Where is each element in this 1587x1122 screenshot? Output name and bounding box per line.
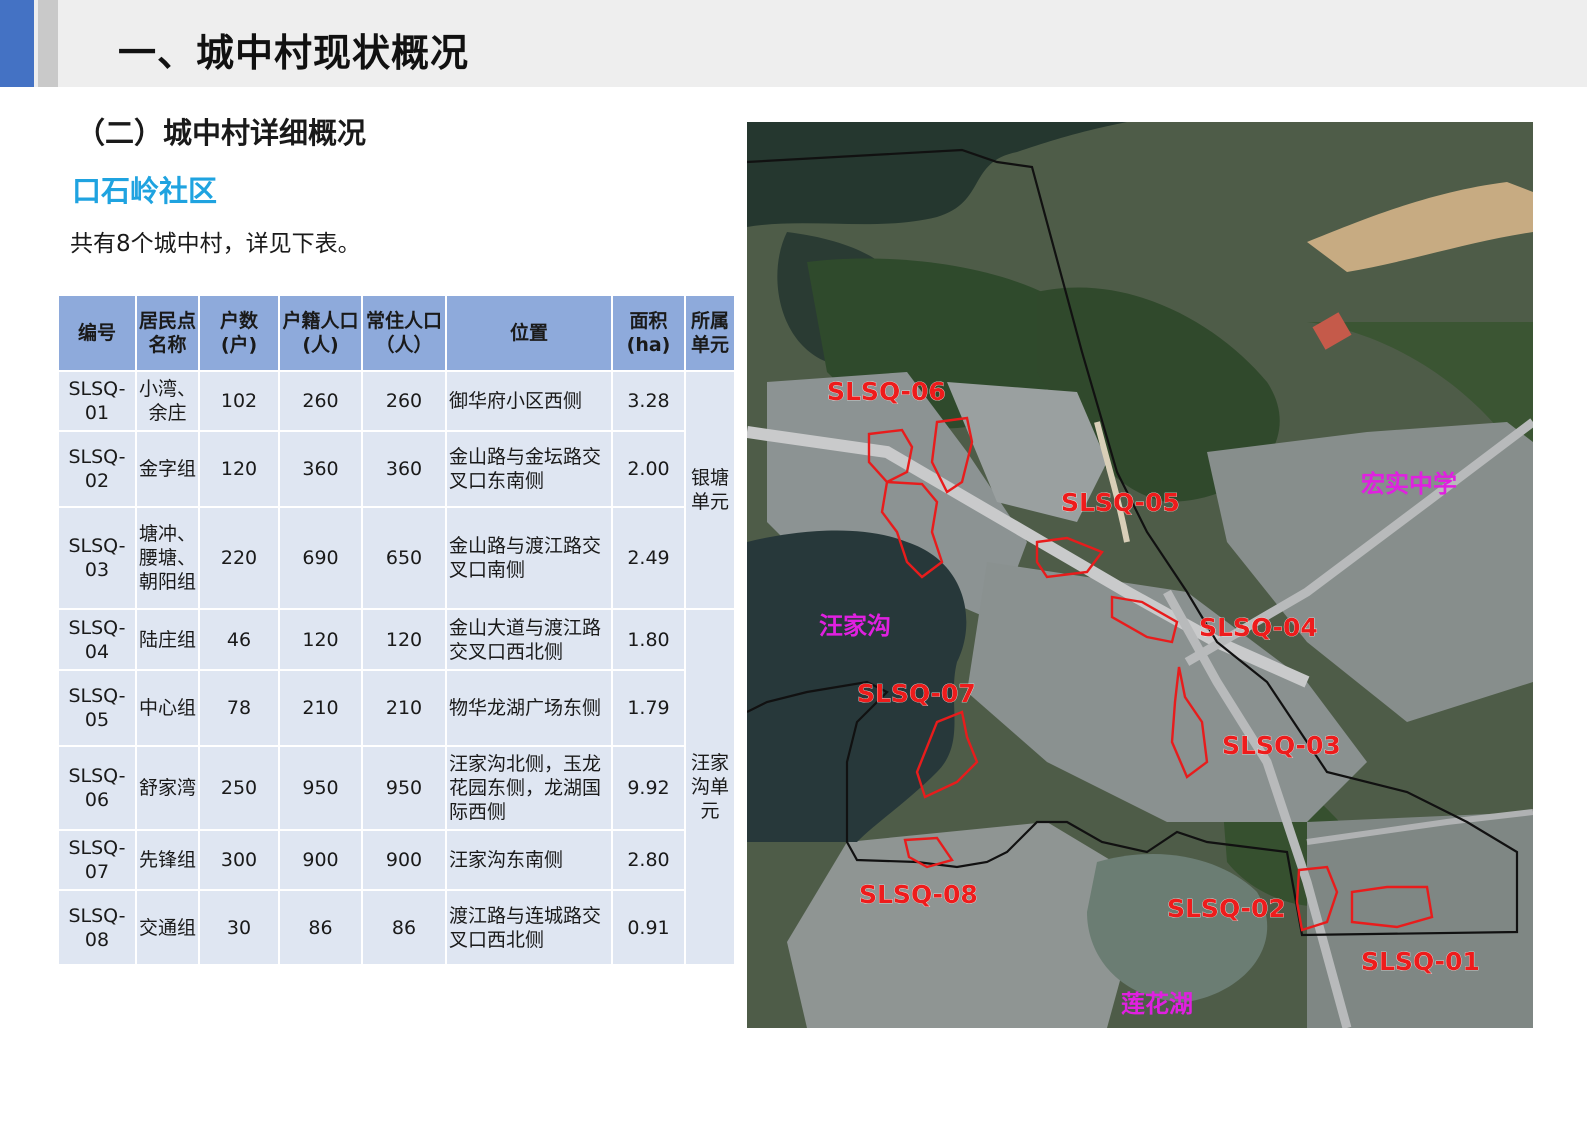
cell-name: 陆庄组 <box>135 608 200 671</box>
cell-name: 中心组 <box>135 669 200 747</box>
cell-id: SLSQ-07 <box>57 829 137 891</box>
cell-households: 102 <box>198 370 280 432</box>
cell-name: 塘冲、腰塘、朝阳组 <box>135 506 200 610</box>
cell-location: 汪家沟东南侧 <box>445 829 613 891</box>
cell-id: SLSQ-01 <box>57 370 137 432</box>
header-id: 编号 <box>57 294 137 372</box>
cell-id: SLSQ-02 <box>57 430 137 508</box>
header-accent-bar <box>0 0 34 87</box>
cell-households: 120 <box>198 430 280 508</box>
cell-unit-wangjiagou: 汪家沟单元 <box>684 608 736 966</box>
header-resident: 常住人口（人） <box>361 294 447 372</box>
community-title: 口石岭社区 <box>72 174 218 208</box>
cell-name: 交通组 <box>135 889 200 966</box>
cell-households: 220 <box>198 506 280 610</box>
cell-households: 250 <box>198 745 280 831</box>
cell-area: 2.49 <box>611 506 686 610</box>
header-unit: 所属单元 <box>684 294 736 372</box>
header-name: 居民点名称 <box>135 294 200 372</box>
cell-households: 46 <box>198 608 280 671</box>
village-table: 编号 居民点名称 户数(户) 户籍人口(人) 常住人口（人） 位置 面积(ha)… <box>57 294 736 966</box>
map-label-lianhuahu: 莲花湖 <box>1121 990 1193 1018</box>
cell-id: SLSQ-05 <box>57 669 137 747</box>
page-title: 一、城中村现状概况 <box>118 31 470 75</box>
table-row: SLSQ-02 金字组 120 360 360 金山路与金坛路交叉口东南侧 2.… <box>57 430 735 508</box>
map-label-slsq-03: SLSQ-03 <box>1222 731 1341 760</box>
header-accent-bar-gray <box>38 0 58 87</box>
cell-households: 78 <box>198 669 280 747</box>
cell-location: 金山路与渡江路交叉口南侧 <box>445 506 613 610</box>
cell-resident: 950 <box>361 745 447 831</box>
cell-households: 300 <box>198 829 280 891</box>
map-label-wangjiagou: 汪家沟 <box>819 612 891 640</box>
cell-location: 御华府小区西侧 <box>445 370 613 432</box>
cell-location: 汪家沟北侧，玉龙花园东侧，龙湖国际西侧 <box>445 745 613 831</box>
table-header-row: 编号 居民点名称 户数(户) 户籍人口(人) 常住人口（人） 位置 面积(ha)… <box>57 294 736 372</box>
cell-area: 2.00 <box>611 430 686 508</box>
cell-resident: 260 <box>361 370 447 432</box>
map-canvas: SLSQ-06 SLSQ-05 SLSQ-04 SLSQ-07 SLSQ-03 … <box>747 122 1533 1028</box>
satellite-map: SLSQ-06 SLSQ-05 SLSQ-04 SLSQ-07 SLSQ-03 … <box>747 122 1533 1028</box>
map-label-slsq-02: SLSQ-02 <box>1167 894 1286 923</box>
cell-households: 30 <box>198 889 280 966</box>
cell-resident: 120 <box>361 608 447 671</box>
cell-registered: 360 <box>278 430 363 508</box>
cell-area: 9.92 <box>611 745 686 831</box>
cell-name: 小湾、余庄 <box>135 370 200 432</box>
header-households: 户数(户) <box>198 294 280 372</box>
cell-area: 0.91 <box>611 889 686 966</box>
cell-registered: 690 <box>278 506 363 610</box>
map-label-school: 宏实中学 <box>1361 470 1457 498</box>
cell-area: 3.28 <box>611 370 686 432</box>
table-row: SLSQ-08 交通组 30 86 86 渡江路与连城路交叉口西北侧 0.91 <box>57 889 735 966</box>
map-label-slsq-08: SLSQ-08 <box>859 880 978 909</box>
cell-registered: 260 <box>278 370 363 432</box>
cell-location: 金山路与金坛路交叉口东南侧 <box>445 430 613 508</box>
cell-name: 先锋组 <box>135 829 200 891</box>
cell-id: SLSQ-06 <box>57 745 137 831</box>
intro-text: 共有8个城中村，详见下表。 <box>70 231 361 257</box>
header-registered: 户籍人口(人) <box>278 294 363 372</box>
cell-registered: 120 <box>278 608 363 671</box>
cell-resident: 86 <box>361 889 447 966</box>
map-label-slsq-06: SLSQ-06 <box>827 377 946 406</box>
cell-location: 渡江路与连城路交叉口西北侧 <box>445 889 613 966</box>
map-label-slsq-07: SLSQ-07 <box>857 679 976 708</box>
cell-location: 物华龙湖广场东侧 <box>445 669 613 747</box>
cell-resident: 900 <box>361 829 447 891</box>
cell-id: SLSQ-08 <box>57 889 137 966</box>
cell-registered: 210 <box>278 669 363 747</box>
cell-area: 1.80 <box>611 608 686 671</box>
header-location: 位置 <box>445 294 613 372</box>
cell-name: 金字组 <box>135 430 200 508</box>
cell-name: 舒家湾 <box>135 745 200 831</box>
map-label-slsq-05: SLSQ-05 <box>1061 488 1180 517</box>
table-row: SLSQ-01 小湾、余庄 102 260 260 御华府小区西侧 3.28 银… <box>57 370 736 610</box>
table-row: SLSQ-07 先锋组 300 900 900 汪家沟东南侧 2.80 <box>57 829 735 891</box>
map-label-slsq-04: SLSQ-04 <box>1199 613 1318 642</box>
cell-registered: 900 <box>278 829 363 891</box>
map-label-slsq-01: SLSQ-01 <box>1361 947 1480 976</box>
cell-id: SLSQ-03 <box>57 506 137 610</box>
cell-id: SLSQ-04 <box>57 608 137 671</box>
cell-area: 1.79 <box>611 669 686 747</box>
cell-registered: 86 <box>278 889 363 966</box>
table-row: SLSQ-06 舒家湾 250 950 950 汪家沟北侧，玉龙花园东侧，龙湖国… <box>57 745 735 831</box>
table-row: SLSQ-04 陆庄组 46 120 120 金山大道与渡江路交叉口西北侧 1.… <box>57 608 736 966</box>
cell-registered: 950 <box>278 745 363 831</box>
table-row: SLSQ-05 中心组 78 210 210 物华龙湖广场东侧 1.79 <box>57 669 735 747</box>
cell-resident: 360 <box>361 430 447 508</box>
table-row: SLSQ-03 塘冲、腰塘、朝阳组 220 690 650 金山路与渡江路交叉口… <box>57 506 735 610</box>
section-title: （二）城中村详细概况 <box>76 116 367 150</box>
cell-area: 2.80 <box>611 829 686 891</box>
header-area: 面积(ha) <box>611 294 686 372</box>
cell-resident: 650 <box>361 506 447 610</box>
cell-resident: 210 <box>361 669 447 747</box>
cell-unit-yintang: 银塘单元 <box>684 370 736 610</box>
cell-location: 金山大道与渡江路交叉口西北侧 <box>445 608 613 671</box>
